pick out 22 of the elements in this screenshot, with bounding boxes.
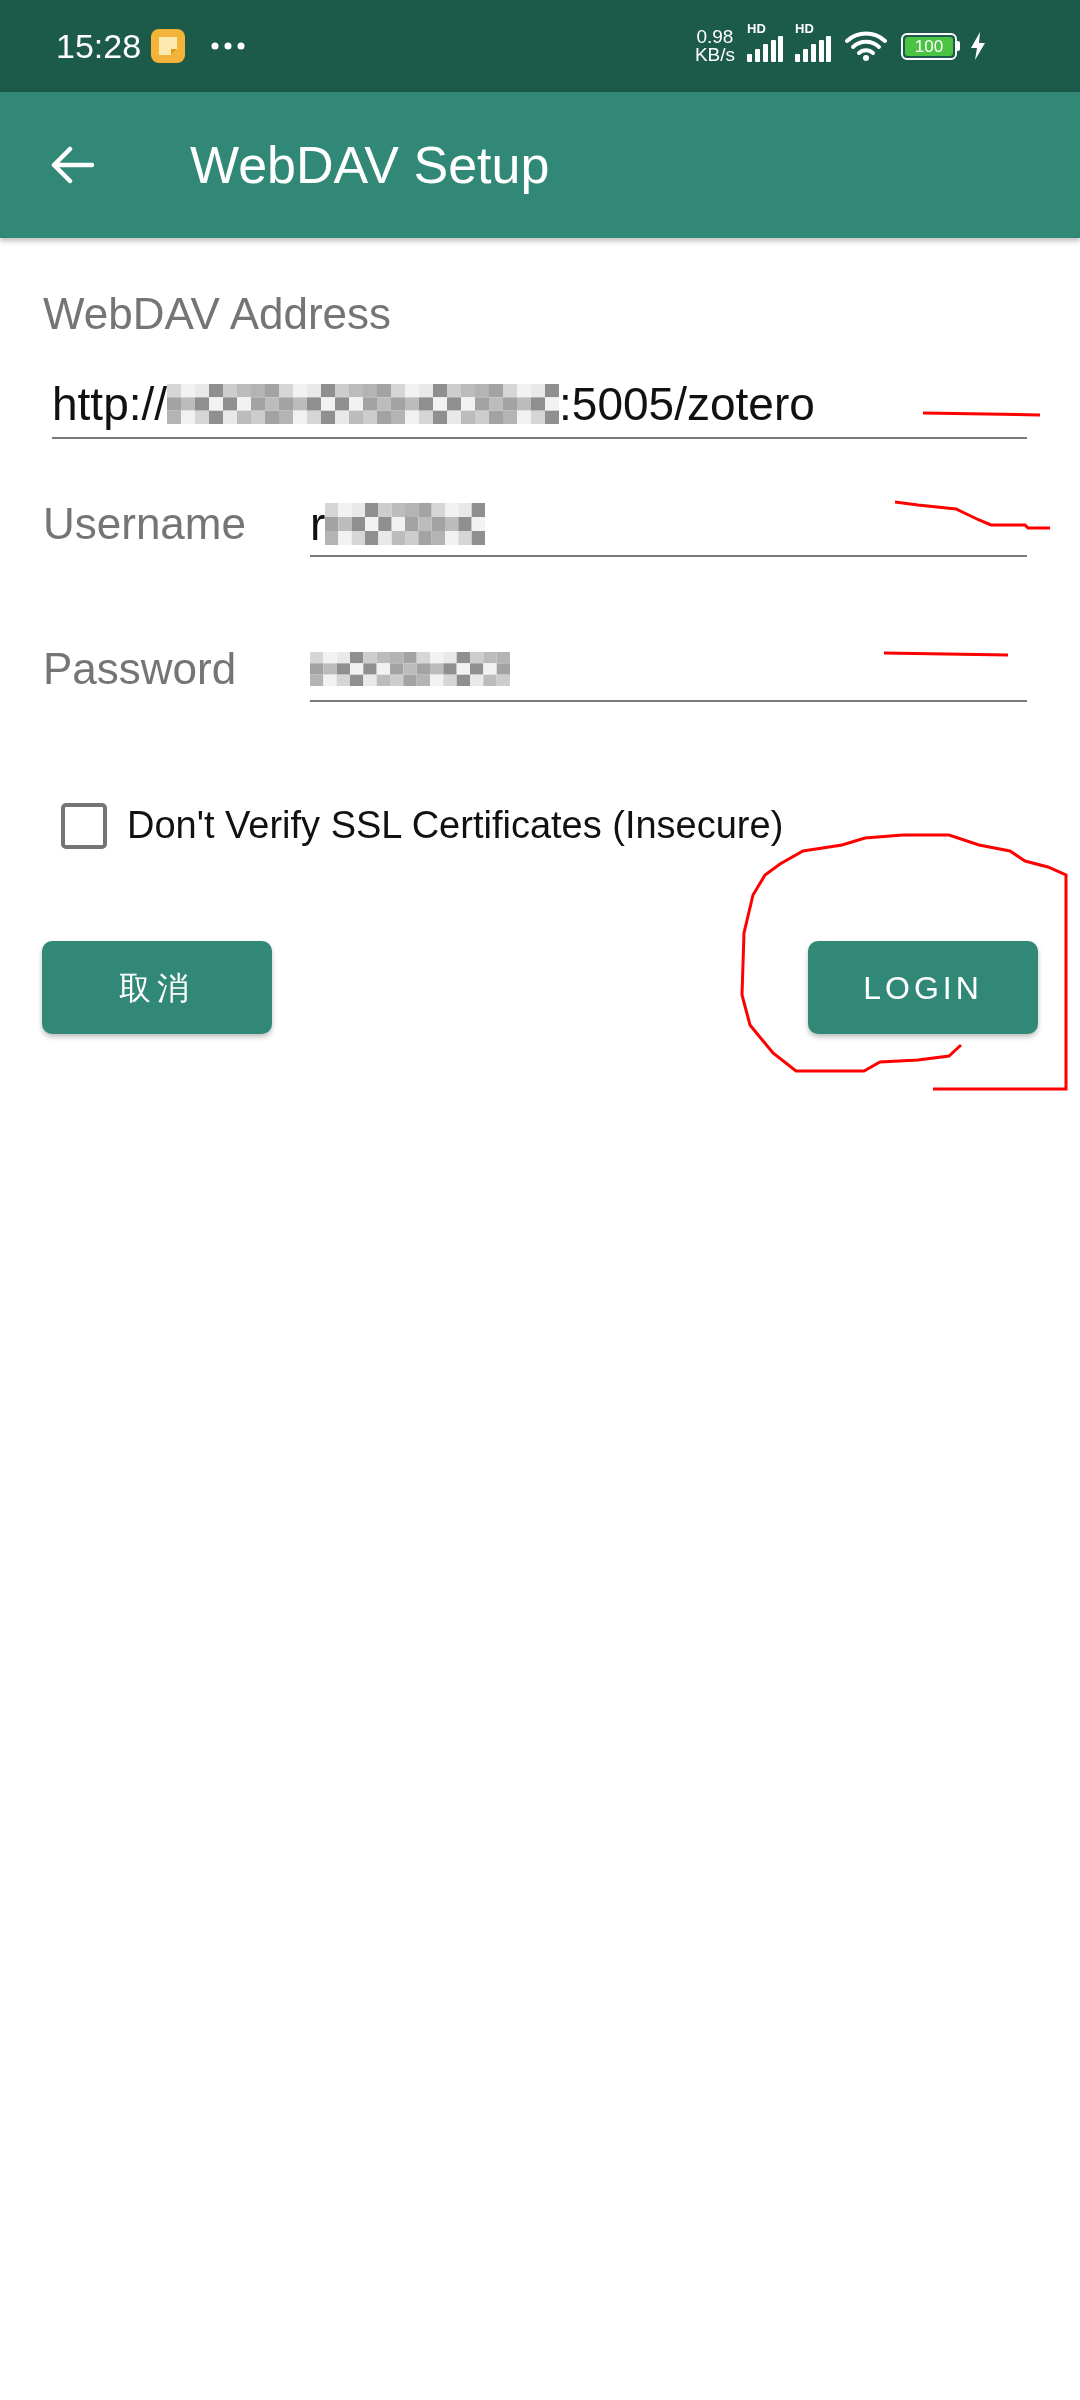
signal-bars-icon xyxy=(747,36,783,62)
battery-indicator: 100 xyxy=(901,32,960,60)
field-label: WebDAV Address xyxy=(43,289,392,339)
status-time: 15:28 xyxy=(56,29,142,63)
field-label: Password xyxy=(43,644,237,694)
checkbox[interactable] xyxy=(61,802,107,849)
field-label: Username xyxy=(43,499,246,549)
wifi-icon xyxy=(845,31,887,61)
input-field[interactable]: http:// :5005/zotero xyxy=(52,375,1027,439)
network-speed-unit: KB/s xyxy=(694,46,735,64)
note-app-icon xyxy=(151,29,186,63)
cancel-button[interactable]: 取消 xyxy=(42,941,272,1034)
input-field[interactable]: r xyxy=(310,497,1027,557)
screen-title: WebDAV Setup xyxy=(190,135,550,196)
signal-bars-icon xyxy=(795,36,831,62)
login-button[interactable]: LOGIN xyxy=(808,941,1038,1034)
network-type-label: HD xyxy=(795,22,814,35)
checkbox-label[interactable]: Don't Verify SSL Certificates (Insecure) xyxy=(127,797,784,854)
network-speed: 0.98 xyxy=(696,28,734,46)
more-dots-icon xyxy=(211,42,246,50)
network-type-label: HD xyxy=(747,22,766,35)
back-arrow-icon[interactable] xyxy=(50,145,94,185)
